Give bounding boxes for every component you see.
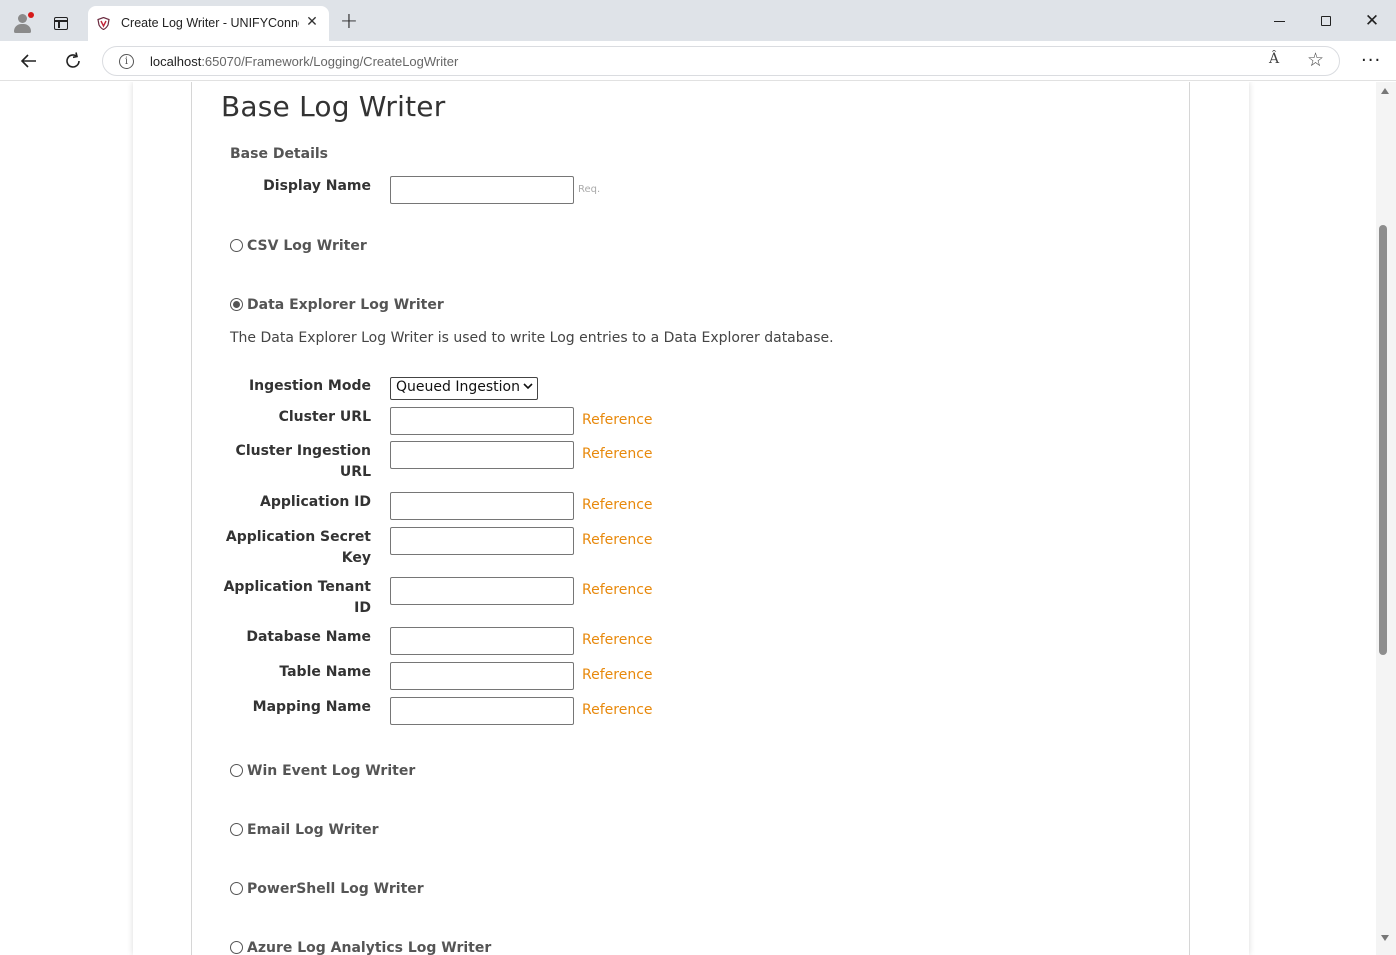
application-secret-key-reference-link[interactable]: Reference bbox=[582, 532, 653, 548]
chevron-down-icon bbox=[523, 383, 533, 390]
cluster-ingestion-url-label: Cluster Ingestion URL bbox=[235, 443, 371, 480]
page-viewport: Base Log Writer Base Details Display Nam… bbox=[0, 82, 1376, 955]
url-host: localhost bbox=[150, 54, 202, 69]
url-text[interactable]: localhost:65070/Framework/Logging/Create… bbox=[150, 54, 458, 69]
database-name-label: Database Name bbox=[246, 629, 371, 645]
ingestion-mode-label: Ingestion Mode bbox=[248, 378, 371, 394]
application-secret-key-input[interactable] bbox=[390, 527, 574, 555]
favorite-icon[interactable]: ☆ bbox=[1307, 49, 1324, 71]
ingestion-mode-select[interactable]: Queued Ingestion bbox=[390, 377, 538, 400]
site-info-icon[interactable]: i bbox=[119, 54, 134, 69]
application-tenant-id-label: Application Tenant ID bbox=[223, 579, 371, 616]
tab-actions-icon[interactable] bbox=[54, 17, 68, 30]
address-bar: i localhost:65070/Framework/Logging/Crea… bbox=[0, 41, 1396, 81]
radio-button[interactable] bbox=[230, 941, 243, 954]
close-icon[interactable]: ✕ bbox=[304, 14, 320, 30]
scroll-down-icon[interactable] bbox=[1381, 935, 1389, 941]
new-tab-icon[interactable]: + bbox=[339, 11, 359, 33]
application-tenant-id-input[interactable] bbox=[390, 577, 574, 605]
read-aloud-icon[interactable]: Â bbox=[1269, 51, 1279, 67]
radio-button[interactable] bbox=[230, 239, 243, 252]
writer-description: The Data Explorer Log Writer is used to … bbox=[230, 330, 834, 346]
window-close-icon[interactable]: ✕ bbox=[1360, 10, 1384, 32]
scroll-thumb[interactable] bbox=[1379, 225, 1387, 655]
url-path: :65070/Framework/Logging/CreateLogWriter bbox=[201, 54, 459, 69]
mapping-name-input[interactable] bbox=[390, 697, 574, 725]
radio-label: Win Event Log Writer bbox=[247, 763, 416, 779]
cluster-ingestion-url-reference-link[interactable]: Reference bbox=[582, 446, 653, 462]
database-name-reference-link[interactable]: Reference bbox=[582, 632, 653, 648]
table-name-reference-link[interactable]: Reference bbox=[582, 667, 653, 683]
section-label: Base Details bbox=[230, 146, 329, 162]
radio-button[interactable] bbox=[230, 882, 243, 895]
database-name-input[interactable] bbox=[390, 627, 574, 655]
required-hint: Req. bbox=[578, 184, 601, 195]
reload-icon[interactable] bbox=[61, 49, 85, 73]
application-tenant-id-reference-link[interactable]: Reference bbox=[582, 582, 653, 598]
mapping-name-reference-link[interactable]: Reference bbox=[582, 702, 653, 718]
cluster-url-reference-link[interactable]: Reference bbox=[582, 412, 653, 428]
radio-label: Azure Log Analytics Log Writer bbox=[247, 940, 492, 955]
mapping-name-label: Mapping Name bbox=[252, 699, 371, 715]
application-id-input[interactable] bbox=[390, 492, 574, 520]
scroll-up-icon[interactable] bbox=[1381, 88, 1389, 94]
url-field[interactable]: i localhost:65070/Framework/Logging/Crea… bbox=[102, 46, 1340, 76]
profile-icon[interactable] bbox=[12, 12, 34, 34]
back-icon[interactable] bbox=[17, 49, 41, 73]
minimize-icon[interactable] bbox=[1268, 10, 1292, 32]
cluster-url-label: Cluster URL bbox=[278, 409, 371, 425]
cluster-url-input[interactable] bbox=[390, 407, 574, 435]
cluster-ingestion-url-input[interactable] bbox=[390, 441, 574, 469]
vertical-scrollbar[interactable] bbox=[1376, 82, 1396, 955]
radio-label: PowerShell Log Writer bbox=[247, 881, 424, 897]
application-secret-key-label: Application Secret Key bbox=[225, 529, 371, 566]
ingestion-mode-value: Queued Ingestion bbox=[396, 379, 520, 395]
page-title: Base Log Writer bbox=[221, 90, 446, 123]
radio-button-selected[interactable] bbox=[230, 298, 243, 311]
more-icon[interactable]: ··· bbox=[1361, 49, 1381, 73]
tab-bar: Create Log Writer - UNIFYConnect ✕ + ✕ bbox=[0, 0, 1396, 41]
radio-label: Email Log Writer bbox=[247, 822, 379, 838]
application-id-reference-link[interactable]: Reference bbox=[582, 497, 653, 513]
table-name-input[interactable] bbox=[390, 662, 574, 690]
radio-label: CSV Log Writer bbox=[247, 238, 367, 254]
maximize-icon[interactable] bbox=[1314, 10, 1338, 32]
browser-tab[interactable]: Create Log Writer - UNIFYConnect ✕ bbox=[88, 6, 329, 41]
display-name-input[interactable] bbox=[390, 176, 574, 204]
radio-button[interactable] bbox=[230, 764, 243, 777]
radio-label: Data Explorer Log Writer bbox=[247, 297, 444, 313]
display-name-label: Display Name bbox=[263, 178, 371, 194]
table-name-label: Table Name bbox=[279, 664, 371, 680]
tab-title: Create Log Writer - UNIFYConnect bbox=[121, 16, 299, 30]
application-id-label: Application ID bbox=[259, 494, 371, 510]
radio-button[interactable] bbox=[230, 823, 243, 836]
site-favicon-icon bbox=[97, 17, 110, 30]
